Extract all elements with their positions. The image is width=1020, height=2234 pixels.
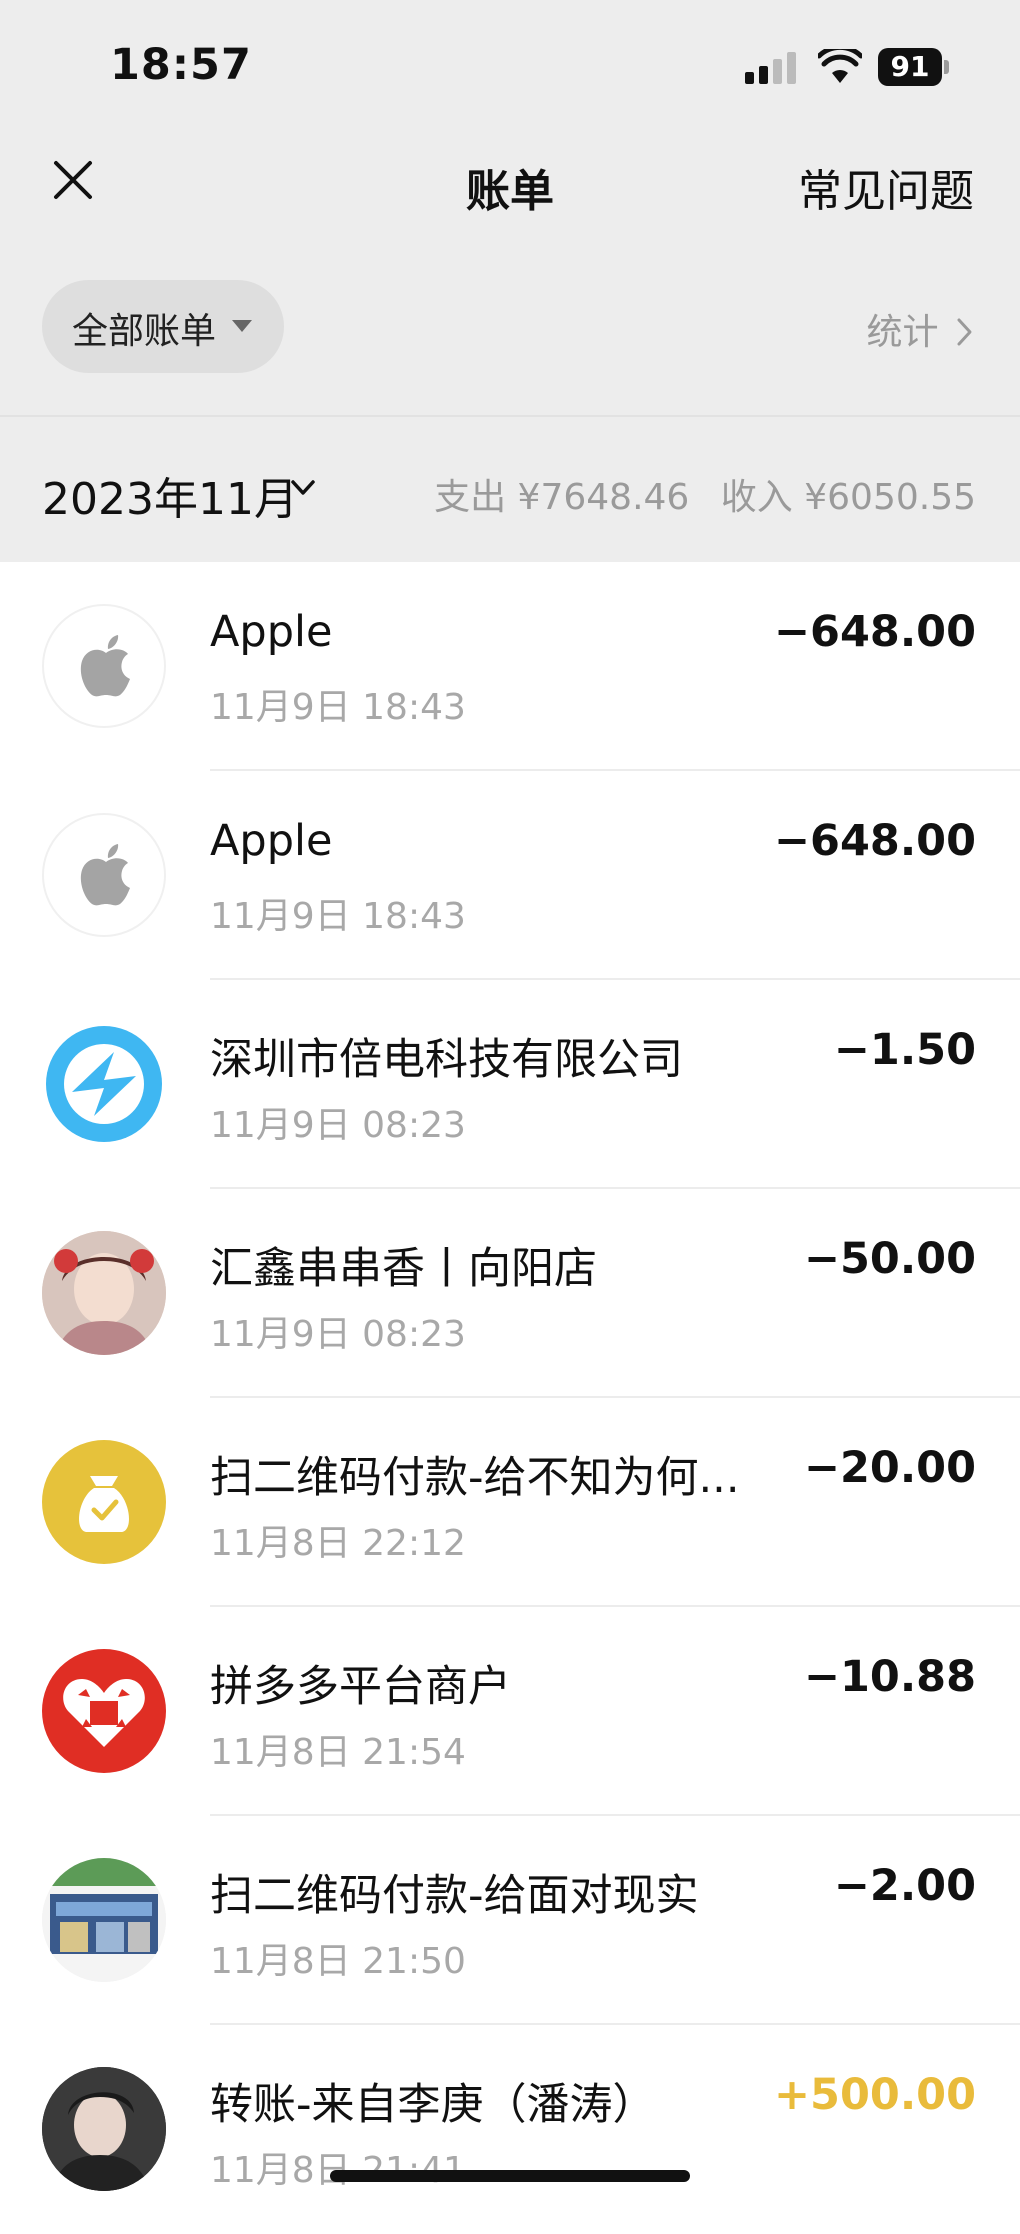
- transaction-amount: −2.00: [833, 1861, 976, 1911]
- expense-total: 支出 ¥7648.46: [434, 477, 690, 518]
- transaction-amount: −10.88: [803, 1652, 976, 1702]
- apple-icon: [42, 604, 166, 728]
- transaction-amount: −1.50: [833, 1025, 976, 1075]
- caret-down-icon: [232, 320, 252, 332]
- transaction-row[interactable]: 扫二维码付款-给不知为何... 11月8日 22:12 −20.00: [0, 1398, 1020, 1607]
- month-totals: 支出 ¥7648.46 收入 ¥6050.55: [414, 468, 976, 520]
- month-selector[interactable]: 2023年11月: [42, 463, 298, 527]
- chevron-down-icon[interactable]: [290, 478, 316, 498]
- person-avatar: [42, 2067, 166, 2191]
- status-time: 18:57: [110, 40, 252, 90]
- header-area: 18:57 91 账单 常见问题 全部账单 统计 2023年11月 支出 ¥76…: [0, 0, 1020, 562]
- divider: [0, 415, 1020, 417]
- beidian-logo-icon: [42, 1022, 166, 1146]
- chevron-right-icon: [957, 318, 972, 346]
- wifi-icon: [818, 49, 862, 83]
- transaction-amount: −648.00: [774, 607, 976, 657]
- transaction-row[interactable]: Apple 11月9日 18:43 −648.00: [0, 771, 1020, 980]
- transaction-name: 扫二维码付款-给不知为何...: [210, 1453, 740, 1503]
- transaction-row[interactable]: 深圳市倍电科技有限公司 11月9日 08:23 −1.50: [0, 980, 1020, 1189]
- money-bag-icon: [42, 1440, 166, 1564]
- transaction-amount: −50.00: [803, 1234, 976, 1284]
- transaction-row[interactable]: 汇鑫串串香丨向阳店 11月9日 08:23 −50.00: [0, 1189, 1020, 1398]
- transaction-date: 11月8日 21:50: [210, 1941, 466, 1982]
- apple-icon: [42, 813, 166, 937]
- transaction-date: 11月9日 18:43: [210, 896, 466, 937]
- storefront-avatar: [42, 1858, 166, 1982]
- transaction-name: 汇鑫串串香丨向阳店: [210, 1244, 597, 1294]
- bill-filter-label: 全部账单: [72, 311, 217, 352]
- stats-link[interactable]: 统计: [867, 303, 974, 355]
- transaction-row[interactable]: Apple 11月9日 18:43 −648.00: [0, 562, 1020, 771]
- transaction-row[interactable]: 拼多多平台商户 11月8日 21:54 −10.88: [0, 1607, 1020, 1816]
- battery-icon: 91: [878, 48, 950, 86]
- transaction-date: 11月8日 21:54: [210, 1732, 466, 1773]
- transaction-date: 11月9日 08:23: [210, 1105, 466, 1146]
- bill-filter-button[interactable]: 全部账单: [42, 280, 284, 373]
- transaction-date: 11月9日 18:43: [210, 687, 466, 728]
- battery-level: 91: [878, 48, 942, 86]
- stats-label: 统计: [866, 312, 939, 353]
- transaction-date: 11月8日 21:41: [210, 2150, 466, 2191]
- transaction-row[interactable]: 扫二维码付款-给面对现实 11月8日 21:50 −2.00: [0, 1816, 1020, 2025]
- home-indicator[interactable]: [330, 2170, 690, 2182]
- transaction-name: 拼多多平台商户: [210, 1662, 511, 1712]
- pinduoduo-logo-icon: [42, 1649, 166, 1773]
- transaction-name: 深圳市倍电科技有限公司: [210, 1035, 683, 1085]
- income-total: 收入 ¥6050.55: [720, 477, 976, 518]
- transaction-amount: +500.00: [774, 2070, 976, 2120]
- transaction-amount: −648.00: [774, 816, 976, 866]
- transaction-name: Apple: [210, 816, 333, 866]
- cellular-signal-icon: [745, 52, 797, 84]
- transaction-date: 11月8日 22:12: [210, 1523, 466, 1564]
- transaction-row[interactable]: 转账-来自李庚（潘涛） 11月8日 21:41 +500.00: [0, 2025, 1020, 2234]
- transaction-amount: −20.00: [803, 1443, 976, 1493]
- transaction-name: Apple: [210, 607, 333, 657]
- transaction-name: 转账-来自李庚（潘涛）: [210, 2080, 656, 2130]
- transaction-date: 11月9日 08:23: [210, 1314, 466, 1355]
- transaction-name: 扫二维码付款-给面对现实: [210, 1871, 699, 1921]
- faq-link[interactable]: 常见问题: [798, 155, 974, 219]
- person-avatar: [42, 1231, 166, 1355]
- transaction-list: Apple 11月9日 18:43 −648.00 Apple 11月9日 18…: [0, 562, 1020, 2234]
